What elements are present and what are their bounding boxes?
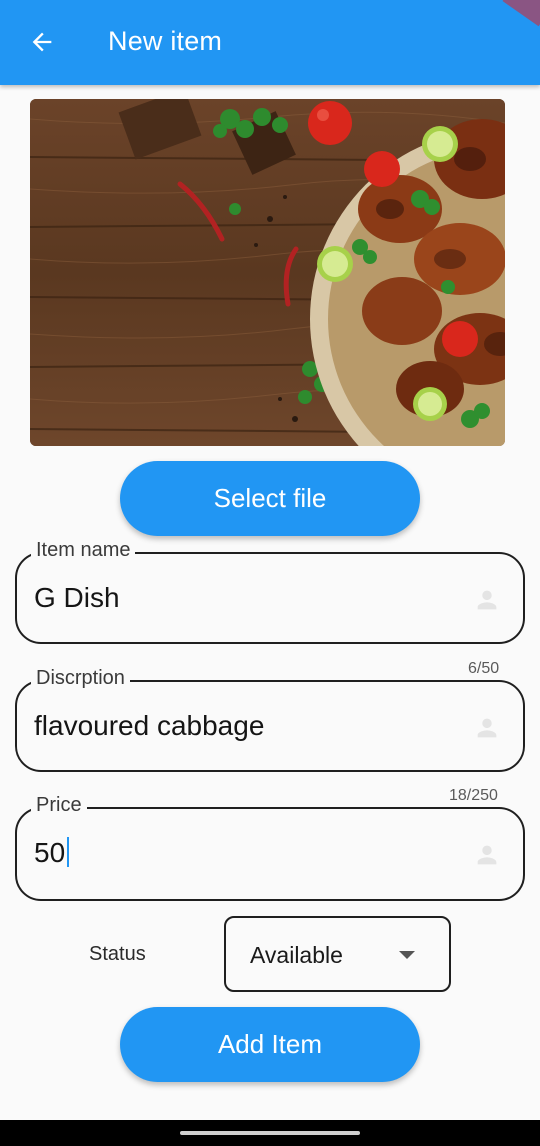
person-icon [477,845,497,865]
select-file-button[interactable]: Select file [120,461,420,536]
price-label: Price [31,794,87,817]
status-label: Status [89,943,146,965]
price-value: 50 [34,837,70,869]
system-nav-bar [0,1120,540,1146]
price-counter: 18/250 [449,787,498,804]
add-item-button[interactable]: Add Item [120,1007,420,1082]
back-button[interactable] [22,22,62,62]
person-icon [477,718,497,738]
debug-banner [502,0,540,27]
status-dropdown[interactable]: Available [224,916,451,992]
item-name-field[interactable]: Item name G Dish [15,539,525,644]
description-counter: 6/50 [468,660,500,677]
page-title: New item [108,26,223,56]
item-name-label: Item name [31,539,136,562]
dropdown-arrow-icon [399,951,415,959]
price-text: 50 [34,837,66,868]
arrow-back-icon [32,32,52,52]
text-cursor [67,837,70,867]
description-label: Discrption [31,667,130,690]
select-file-label: Select file [213,483,327,513]
description-value: flavoured cabbage [34,710,265,741]
add-item-label: Add Item [217,1029,323,1059]
status-selected-value: Available [250,942,343,968]
price-field[interactable]: Price 50 [15,794,525,901]
item-image [30,99,505,446]
item-name-value: G Dish [34,582,120,613]
description-field[interactable]: Discrption flavoured cabbage [15,667,525,772]
app-bar: New item [0,0,540,85]
food-photo [30,99,505,446]
home-handle[interactable] [180,1131,360,1135]
person-icon [477,590,497,610]
